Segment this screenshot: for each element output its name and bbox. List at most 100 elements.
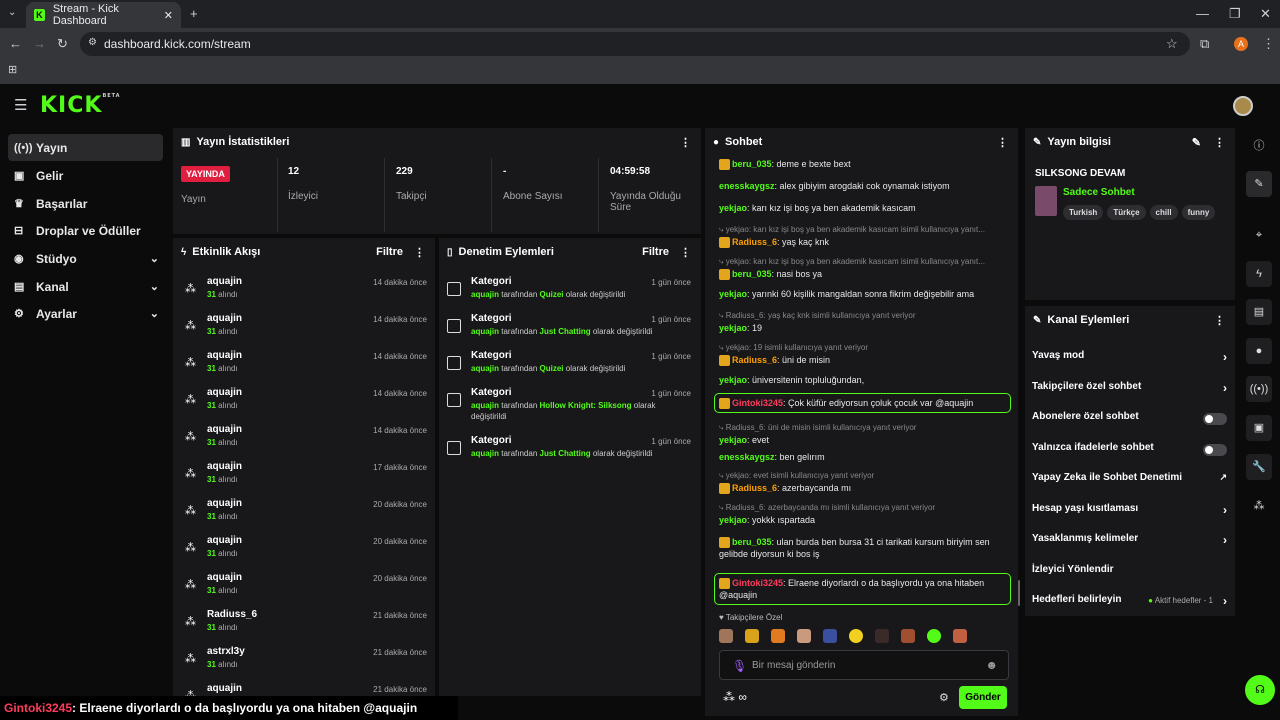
chat-username[interactable]: beru_035	[732, 159, 772, 169]
emote[interactable]	[927, 629, 941, 643]
activity-item[interactable]: ⁂ aquajin 31 alındı 20 dakika önce	[185, 498, 427, 531]
user-avatar[interactable]	[1233, 96, 1253, 116]
filter-button[interactable]: Filtre	[376, 246, 403, 258]
microphone-icon[interactable]: 🎙	[732, 659, 747, 673]
chat-username[interactable]: yekjao	[719, 203, 747, 213]
browser-tab[interactable]: K Stream - Kick Dashboard ✕	[26, 2, 181, 28]
toggle-switch[interactable]	[1203, 413, 1227, 425]
sidebar-item-gelir[interactable]: ▣ Gelir	[8, 162, 163, 189]
lightning-icon[interactable]: ϟ	[1246, 261, 1272, 287]
emote[interactable]	[823, 629, 837, 643]
activity-username[interactable]: aquajin	[207, 461, 242, 472]
apps-grid-icon[interactable]: ⊞	[8, 65, 17, 76]
chat-username[interactable]: enesskaygsz	[719, 452, 775, 462]
emote[interactable]	[719, 629, 733, 643]
tab-close-icon[interactable]: ✕	[164, 9, 173, 22]
document-icon[interactable]: ▣	[1246, 415, 1272, 441]
extensions-icon[interactable]: ⧉	[1200, 37, 1209, 50]
sidebar-item-droplar[interactable]: ⊟ Droplar ve Ödüller	[8, 217, 163, 244]
chat-username[interactable]: beru_035	[732, 537, 772, 547]
activity-item[interactable]: ⁂ Radiuss_6 31 alındı 21 dakika önce	[185, 609, 427, 642]
activity-item[interactable]: ⁂ astrxl3y 31 alındı 21 dakika önce	[185, 646, 427, 679]
emote[interactable]	[849, 629, 863, 643]
activity-username[interactable]: astrxl3y	[207, 646, 245, 657]
channel-action-item[interactable]: İzleyici Yönlendir	[1032, 564, 1227, 584]
emote[interactable]	[797, 629, 811, 643]
chat-username[interactable]: Radiuss_6	[732, 237, 777, 247]
more-options-icon[interactable]: ⋮	[680, 136, 691, 149]
activity-item[interactable]: ⁂ aquajin 31 alındı 14 dakika önce	[185, 424, 427, 457]
points-icon[interactable]: ⁂ ∞	[723, 690, 747, 704]
chat-icon[interactable]: ●	[1246, 338, 1272, 364]
emote[interactable]	[875, 629, 889, 643]
chat-username[interactable]: yekjao	[719, 375, 747, 385]
edit-layout-icon[interactable]: ✎	[1246, 171, 1272, 197]
bookmark-star-icon[interactable]: ☆	[1166, 37, 1178, 50]
activity-username[interactable]: aquajin	[207, 535, 242, 546]
emote[interactable]	[745, 629, 759, 643]
support-headset-icon[interactable]: ☊	[1245, 675, 1275, 705]
url-input[interactable]: ⚙ dashboard.kick.com/stream ☆	[80, 32, 1190, 56]
toggle-switch[interactable]	[1203, 443, 1227, 456]
points-icon[interactable]: ⁂	[1246, 493, 1272, 519]
channel-action-item[interactable]: Abonelere özel sohbet	[1032, 411, 1227, 431]
chat-scrollbar[interactable]	[1018, 580, 1020, 606]
profile-avatar[interactable]: A	[1234, 37, 1248, 51]
chat-username[interactable]: Radiuss_6	[732, 483, 777, 493]
chat-username[interactable]: yekjao	[719, 323, 747, 333]
sidebar-item-basarilar[interactable]: ♛ Başarılar	[8, 190, 163, 217]
forward-icon[interactable]: →	[33, 37, 46, 50]
activity-item[interactable]: ⁂ aquajin 31 alındı 20 dakika önce	[185, 535, 427, 568]
activity-username[interactable]: aquajin	[207, 572, 242, 583]
sidebar-item-ayarlar[interactable]: ⚙ Ayarlar ⌄	[8, 300, 163, 327]
channel-action-item[interactable]: Takipçilere özel sohbet ›	[1032, 381, 1227, 401]
activity-username[interactable]: aquajin	[207, 276, 242, 287]
activity-item[interactable]: ⁂ aquajin 31 alındı 14 dakika önce	[185, 313, 427, 346]
activity-item[interactable]: ⁂ aquajin 31 alındı 20 dakika önce	[185, 572, 427, 605]
focus-icon[interactable]: ⌖	[1246, 222, 1272, 248]
activity-username[interactable]: aquajin	[207, 387, 242, 398]
more-options-icon[interactable]: ⋮	[1214, 136, 1225, 149]
emote[interactable]	[771, 629, 785, 643]
sidebar-item-kanal[interactable]: ▤ Kanal ⌄	[8, 273, 163, 300]
activity-item[interactable]: ⁂aquajin31 alındı21 dakika önce	[185, 683, 427, 696]
more-options-icon[interactable]: ⋮	[997, 136, 1008, 149]
chat-username[interactable]: yekjao	[719, 515, 747, 525]
broadcast-icon[interactable]: ((•))	[1246, 376, 1272, 402]
close-window-icon[interactable]: ✕	[1260, 7, 1271, 20]
edit-icon[interactable]: ✎	[1192, 136, 1201, 149]
wrench-icon[interactable]: 🔧	[1246, 454, 1272, 480]
category-name[interactable]: Sadece Sohbet	[1063, 187, 1135, 198]
activity-username[interactable]: aquajin	[207, 350, 242, 361]
chat-username[interactable]: Radiuss_6	[732, 355, 777, 365]
activity-username[interactable]: aquajin	[207, 683, 242, 694]
channel-action-item[interactable]: Hedefleri belirleyin ● Aktif hedefler - 1…	[1032, 594, 1227, 614]
activity-username[interactable]: Radiuss_6	[207, 609, 257, 620]
more-options-icon[interactable]: ⋮	[1214, 314, 1225, 327]
channel-action-item[interactable]: Hesap yaşı kısıtlaması ›	[1032, 503, 1227, 523]
browser-menu-icon[interactable]: ⋮	[1262, 37, 1275, 50]
chat-input[interactable]: 🎙 Bir mesaj gönderin ☻	[719, 650, 1009, 680]
site-info-icon[interactable]: ⚙	[88, 38, 97, 48]
activity-username[interactable]: aquajin	[207, 313, 242, 324]
channel-action-item[interactable]: Yapay Zeka ile Sohbet Denetimi ↗	[1032, 472, 1227, 492]
tab-search-icon[interactable]: ⌄	[8, 8, 16, 18]
chat-username[interactable]: Gintoki3245	[732, 398, 783, 408]
sidebar-item-yayin[interactable]: ((•)) Yayın	[8, 134, 163, 161]
more-options-icon[interactable]: ⋮	[680, 246, 691, 259]
kick-logo[interactable]: KICKBETA	[40, 93, 121, 118]
chat-settings-icon[interactable]: ⚙	[939, 691, 949, 704]
restore-icon[interactable]: ❐	[1229, 7, 1241, 20]
activity-item[interactable]: ⁂ aquajin 31 alındı 14 dakika önce	[185, 350, 427, 383]
reload-icon[interactable]: ↻	[57, 37, 68, 50]
activity-username[interactable]: aquajin	[207, 498, 242, 509]
notes-icon[interactable]: ▤	[1246, 299, 1272, 325]
chat-username[interactable]: yekjao	[719, 289, 747, 299]
hamburger-menu-icon[interactable]: ☰	[14, 98, 27, 113]
channel-action-item[interactable]: Yavaş mod ›	[1032, 350, 1227, 370]
activity-item[interactable]: ⁂ aquajin 31 alındı 17 dakika önce	[185, 461, 427, 494]
activity-item[interactable]: ⁂ aquajin 31 alındı 14 dakika önce	[185, 276, 427, 309]
emote[interactable]	[953, 629, 967, 643]
send-button[interactable]: Gönder	[959, 686, 1007, 709]
activity-item[interactable]: ⁂ aquajin 31 alındı 14 dakika önce	[185, 387, 427, 420]
